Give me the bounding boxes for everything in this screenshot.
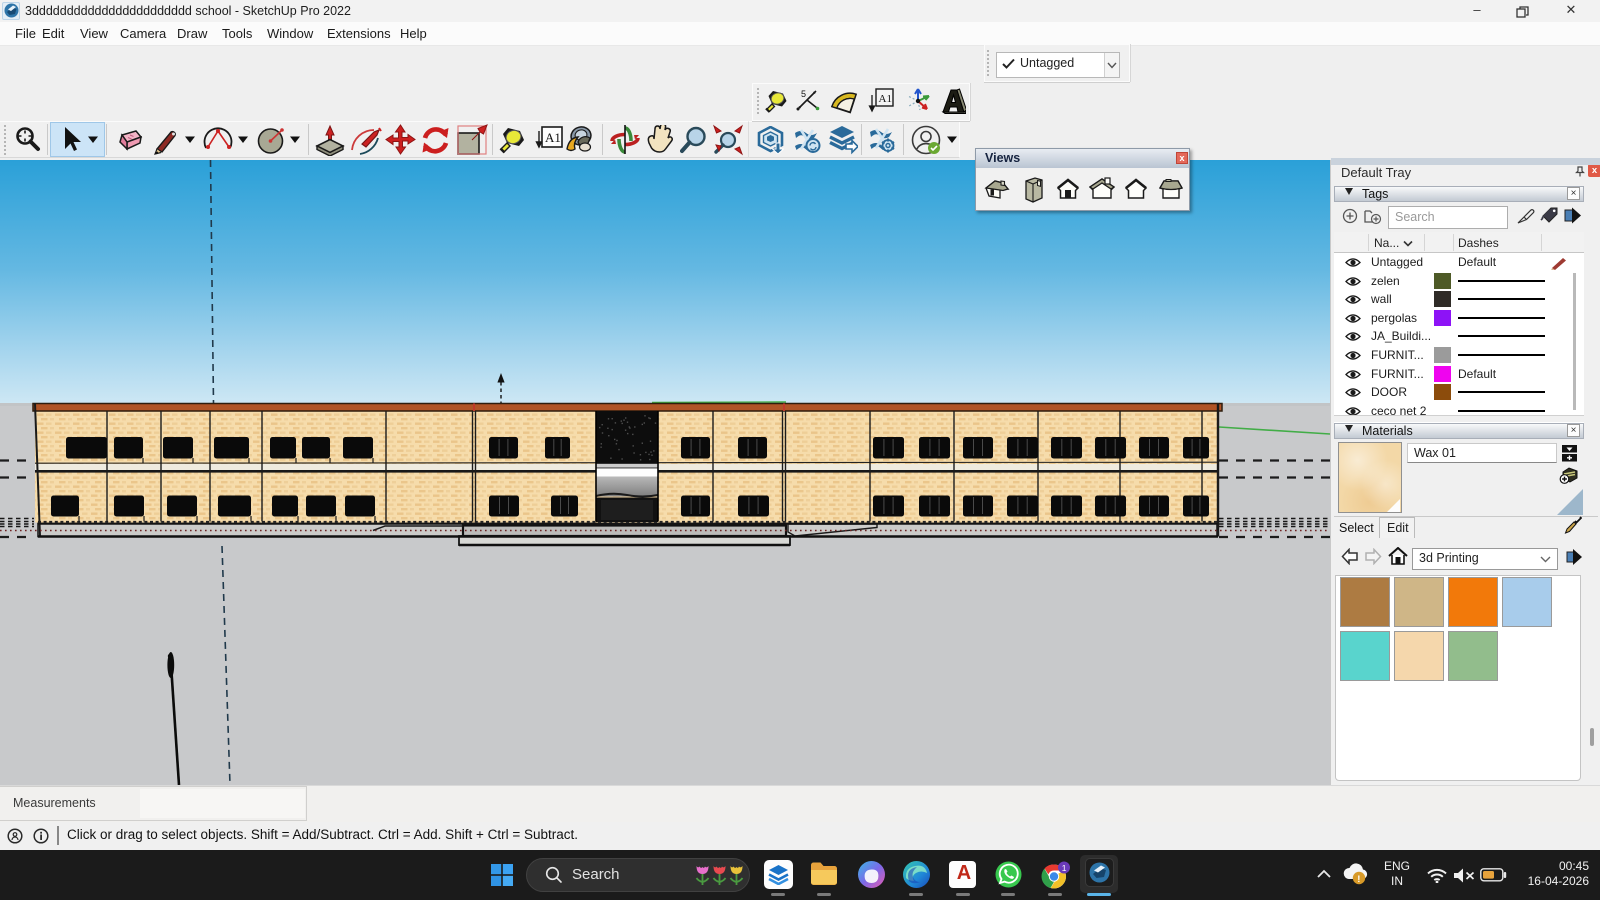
svg-text:1: 1 [1062, 863, 1067, 873]
svg-text:A1: A1 [545, 130, 561, 145]
svg-text:A1: A1 [879, 93, 892, 105]
svg-text:!: ! [1357, 874, 1360, 885]
svg-text:5: 5 [801, 89, 806, 99]
